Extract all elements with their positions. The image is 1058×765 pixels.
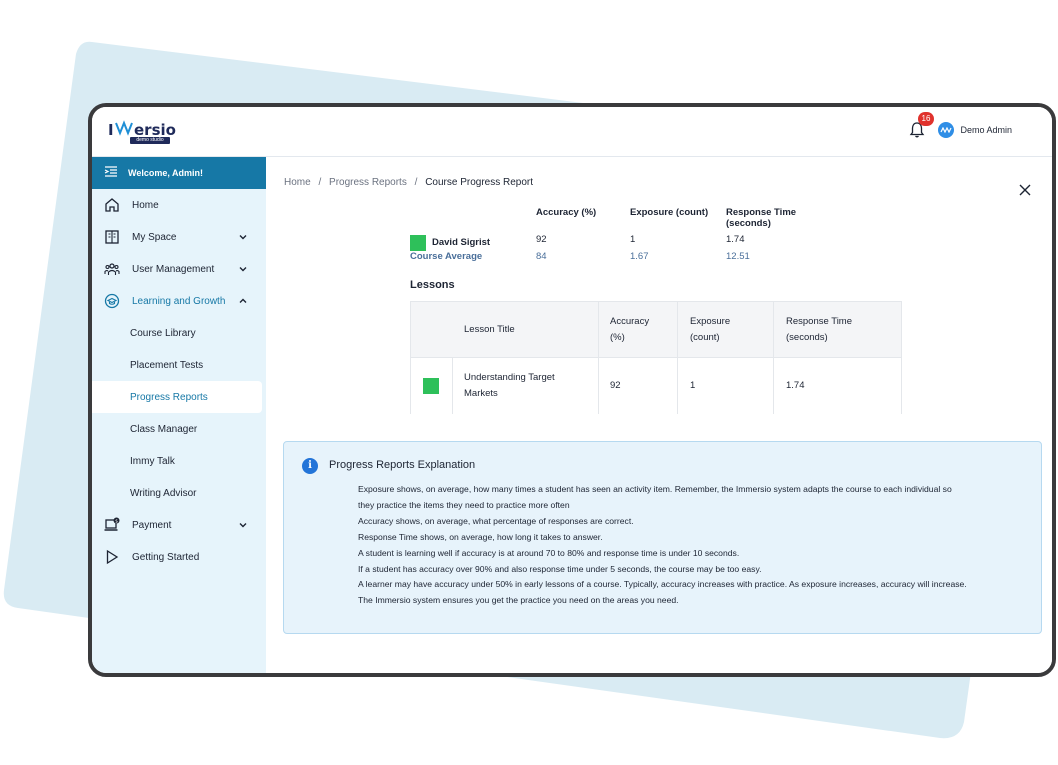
- explanation-panel: i Progress Reports Explanation Exposure …: [283, 441, 1042, 634]
- sidebar-item-label: Payment: [132, 519, 172, 531]
- explanation-line: If a student has accuracy over 90% and a…: [358, 563, 762, 574]
- summary-header-accuracy: Accuracy (%): [536, 207, 597, 218]
- average-response-time: 12.51: [726, 251, 750, 262]
- welcome-text: Welcome, Admin!: [128, 168, 204, 178]
- lesson-title-line2: Markets: [464, 388, 498, 399]
- logo-subtext: demo studio: [136, 137, 164, 143]
- sidebar-subitem-immy-talk[interactable]: Immy Talk: [92, 445, 266, 477]
- breadcrumb-separator: /: [318, 177, 322, 188]
- average-exposure: 1.67: [630, 251, 649, 262]
- close-icon[interactable]: [1018, 183, 1032, 197]
- column-divider: [598, 302, 599, 358]
- course-average-label: Course Average: [410, 251, 483, 262]
- table-header: Lesson Title Accuracy (%) Exposure (coun…: [411, 302, 901, 358]
- explanation-body: Exposure shows, on average, how many tim…: [358, 482, 1030, 609]
- student-accuracy: 92: [536, 234, 547, 245]
- header-exposure: Exposure: [690, 316, 731, 327]
- sidebar-item-label: Getting Started: [132, 551, 200, 563]
- lesson-title: Understanding Target: [464, 372, 555, 383]
- table-row[interactable]: Understanding Target Markets 92 1 1.74: [411, 358, 901, 414]
- header-response-time: Response Time: [786, 316, 853, 327]
- book-icon: [104, 229, 120, 245]
- column-divider: [773, 302, 774, 358]
- sidebar-item-label: My Space: [132, 231, 177, 243]
- sidebar-subitem-writing-advisor[interactable]: Writing Advisor: [92, 477, 266, 509]
- summary-header-response: Response Time: [726, 207, 797, 218]
- top-bar: I ersio demo studio 16 Demo Admin: [92, 107, 1052, 157]
- home-icon: [104, 197, 120, 213]
- chevron-down-icon[interactable]: [238, 520, 248, 530]
- explanation-title: Progress Reports Explanation: [329, 459, 476, 471]
- sidebar-subitem-class-manager[interactable]: Class Manager: [92, 413, 266, 445]
- lesson-exposure: 1: [690, 380, 696, 391]
- explanation-line: Exposure shows, on average, how many tim…: [358, 484, 952, 494]
- chevron-up-icon[interactable]: [238, 296, 248, 306]
- avatar: [938, 122, 955, 138]
- graduation-icon: [104, 293, 120, 309]
- notification-badge: 16: [918, 112, 934, 126]
- breadcrumb-current: Course Progress Report: [425, 177, 534, 188]
- play-icon: [104, 549, 120, 565]
- chevron-down-icon[interactable]: [238, 264, 248, 274]
- sidebar-subitem-placement-tests[interactable]: Placement Tests: [92, 349, 266, 381]
- sidebar-welcome[interactable]: Welcome, Admin!: [92, 157, 266, 189]
- explanation-line: Response Time shows, on average, how lon…: [358, 531, 603, 542]
- breadcrumb-separator: /: [414, 177, 418, 188]
- main-content: Home / Progress Reports / Course Progres…: [266, 157, 1052, 673]
- app-window: I ersio demo studio 16 Demo Admin Welcom…: [88, 103, 1056, 677]
- menu-toggle-icon[interactable]: [104, 166, 118, 180]
- header-lesson-title: Lesson Title: [464, 324, 515, 335]
- payment-icon: $: [104, 517, 120, 533]
- sidebar-item-learning-and-growth[interactable]: Learning and Growth: [92, 285, 266, 317]
- header-accuracy: Accuracy: [610, 316, 650, 327]
- explanation-line: The Immersio system ensures you get the …: [358, 595, 679, 606]
- breadcrumb: Home / Progress Reports / Course Progres…: [284, 177, 533, 188]
- chevron-down-icon[interactable]: [238, 232, 248, 242]
- summary-header-exposure: Exposure (count): [630, 207, 709, 218]
- user-menu[interactable]: Demo Admin: [938, 122, 1012, 138]
- student-name: David Sigrist: [432, 237, 491, 248]
- sidebar: Welcome, Admin! Home My Space User Manag…: [92, 157, 266, 673]
- lesson-accuracy: 92: [610, 380, 621, 391]
- immersio-logo[interactable]: I ersio demo studio: [108, 119, 188, 147]
- column-divider: [598, 358, 599, 414]
- sidebar-subitem-course-library[interactable]: Course Library: [92, 317, 266, 349]
- header-accuracy-unit: (%): [610, 332, 625, 343]
- student-response-time: 1.74: [726, 234, 745, 245]
- explanation-line: A student is learning well if accuracy i…: [358, 547, 740, 558]
- student-color-swatch: [410, 235, 426, 251]
- explanation-line: Accuracy shows, on average, what percent…: [358, 515, 634, 526]
- average-accuracy: 84: [536, 251, 547, 262]
- sidebar-item-user-management[interactable]: User Management: [92, 253, 266, 285]
- info-icon: i: [302, 458, 318, 474]
- sidebar-item-label: Learning and Growth: [132, 295, 226, 307]
- svg-text:$: $: [115, 518, 118, 524]
- sidebar-item-home[interactable]: Home: [92, 189, 266, 221]
- user-name: Demo Admin: [960, 125, 1012, 135]
- breadcrumb-home[interactable]: Home: [284, 177, 311, 188]
- lesson-status-swatch: [423, 378, 439, 394]
- column-divider: [773, 358, 774, 414]
- lesson-response-time: 1.74: [786, 380, 805, 391]
- explanation-line: they practice the items they need to pra…: [358, 499, 570, 510]
- summary-header-response-unit: (seconds): [726, 218, 771, 229]
- sidebar-item-my-space[interactable]: My Space: [92, 221, 266, 253]
- header-exposure-unit: (count): [690, 332, 720, 343]
- column-divider: [452, 358, 453, 414]
- sidebar-item-label: Home: [132, 199, 159, 211]
- breadcrumb-progress-reports[interactable]: Progress Reports: [329, 177, 407, 188]
- sidebar-item-label: User Management: [132, 263, 215, 275]
- lessons-table: Lesson Title Accuracy (%) Exposure (coun…: [410, 301, 902, 414]
- lessons-heading: Lessons: [410, 279, 455, 291]
- sidebar-item-getting-started[interactable]: Getting Started: [92, 541, 266, 573]
- column-divider: [677, 358, 678, 414]
- explanation-line: A learner may have accuracy under 50% in…: [358, 579, 967, 590]
- header-response-time-unit: (seconds): [786, 332, 828, 343]
- column-divider: [677, 302, 678, 358]
- sidebar-item-payment[interactable]: $ Payment: [92, 509, 266, 541]
- users-icon: [104, 261, 120, 277]
- student-exposure: 1: [630, 234, 636, 245]
- svg-text:I: I: [108, 121, 114, 139]
- sidebar-subitem-progress-reports[interactable]: Progress Reports: [92, 381, 262, 413]
